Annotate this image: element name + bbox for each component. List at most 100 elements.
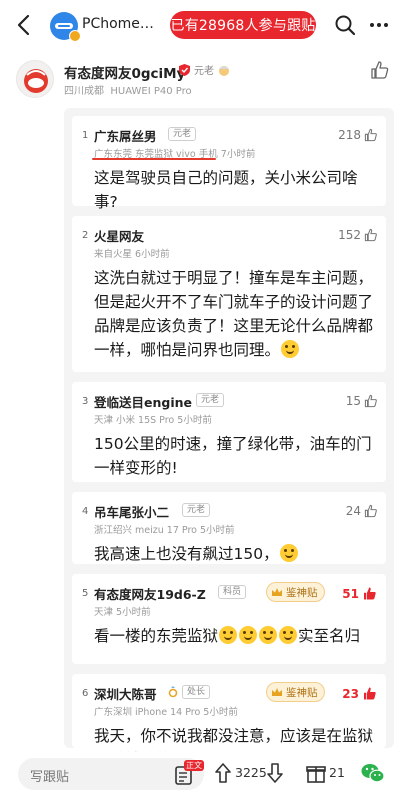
comment-text-body: 这洗白就过于明显了！撞车是车主问题，但是起火开不了车门就车子的设计问题了品牌是应… <box>94 269 374 359</box>
comment-card-3[interactable]: 3 登临送目engine 元老 15 天津 小米 15S Pro 5小时前 15… <box>72 382 386 482</box>
avatar-mascot-icon <box>24 69 48 93</box>
comment-meta: 来自火星 6小时前 <box>94 249 170 260</box>
gift-count: 21 <box>329 765 345 780</box>
crown-icon <box>272 587 282 596</box>
ring-icon <box>168 686 178 698</box>
comment-text: 这洗白就过于明显了！撞车是车主问题，但是起火开不了车门就车子的设计问题了品牌是应… <box>94 266 378 362</box>
comment-text-body: 我高速上也没有飙过150， <box>94 545 279 563</box>
avatar[interactable] <box>16 60 54 98</box>
red-underline-mark <box>92 158 216 160</box>
comment-meta: 天津 小米 15S Pro 5小时前 <box>94 415 212 426</box>
like-number: 23 <box>342 686 359 701</box>
comment-meta: 天津 5小时前 <box>94 607 151 618</box>
gift-icon[interactable] <box>306 762 326 784</box>
author-meta: 四川成都 HUAWEI P40 Pro <box>64 82 192 97</box>
author-rank-tag: 元老 <box>194 66 214 77</box>
comment-text: 150公里的时速，撞了绿化带，油车的门一样变形的! <box>94 435 372 477</box>
grinning-emoji-icon <box>259 626 278 644</box>
like-count[interactable]: 24 <box>346 504 378 518</box>
comment-text-tail: 实至名归 <box>298 627 361 645</box>
shield-icon <box>179 63 190 76</box>
grinning-emoji-icon <box>279 626 298 644</box>
comment-index: 4 <box>82 506 89 517</box>
comment-index: 2 <box>82 230 89 241</box>
comment-text: 看一楼的东莞监狱 实至名归 <box>94 624 378 648</box>
like-count[interactable]: 152 <box>338 228 378 242</box>
thumbs-up-filled-icon <box>364 687 376 700</box>
comment-author[interactable]: 登临送目engine <box>94 392 192 411</box>
comment-text: 这是驾驶员自己的问题，关小米公司啥事? <box>94 169 358 211</box>
bottom-bar: 写跟贴 正文 3225 21 <box>0 752 402 800</box>
like-count[interactable]: 218 <box>338 128 378 142</box>
pchome-logo-icon <box>55 23 73 29</box>
thumbs-up-icon <box>364 128 377 142</box>
like-count[interactable]: 51 <box>342 586 378 601</box>
author-device: HUAWEI P40 Pro <box>110 86 192 97</box>
comment-card-2[interactable]: 2 火星网友 152 来自火星 6小时前 这洗白就过于明显了！撞车是车主问题，但… <box>72 216 386 372</box>
search-icon[interactable] <box>334 14 356 36</box>
crown-icon <box>272 687 282 696</box>
thumbs-up-icon <box>364 394 377 408</box>
comment-card-6[interactable]: 6 深圳大陈哥 处长 鉴神贴 23 广东深圳 iPhone 14 Pro 5小时… <box>72 674 386 769</box>
comment-index: 5 <box>82 588 89 599</box>
god-post-label: 鉴神贴 <box>286 586 318 599</box>
upvote-arrow-icon[interactable] <box>214 762 232 784</box>
comment-card-4[interactable]: 4 吊车尾张小二 元老 24 浙江绍兴 meizu 17 Pro 5小时前 我高… <box>72 492 386 564</box>
downvote-arrow-icon[interactable] <box>266 762 284 784</box>
comment-card-1[interactable]: 1 广东屌丝男 元老 218 广东东莞 东莞监狱 vivo 手机 7小时前 这是… <box>72 116 386 211</box>
rank-tag: 元老 <box>168 127 197 141</box>
comment-index: 3 <box>82 396 89 407</box>
reply-input[interactable]: 写跟贴 正文 <box>18 758 204 790</box>
more-options-icon[interactable] <box>368 14 390 36</box>
thumbs-up-filled-icon <box>364 587 376 600</box>
comment-card-5[interactable]: 5 有态度网友19d6-Z 科员 鉴神贴 51 天津 5小时前 看一楼的东莞监狱… <box>72 574 386 664</box>
grinning-emoji-icon <box>219 626 238 644</box>
comment-author[interactable]: 有态度网友19d6-Z <box>94 584 206 603</box>
like-count[interactable]: 23 <box>342 686 378 701</box>
comment-text: 我高速上也没有飙过150， <box>94 542 378 566</box>
comment-meta: 广东深圳 iPhone 14 Pro 5小时前 <box>94 707 238 718</box>
comment-author[interactable]: 深圳大陈哥 <box>94 684 157 703</box>
comment-index: 1 <box>82 130 89 141</box>
comment-author[interactable]: 火星网友 <box>94 226 144 245</box>
comment-index: 6 <box>82 688 89 699</box>
god-post-badge: 鉴神贴 <box>266 582 325 602</box>
back-arrow-icon[interactable] <box>14 13 34 37</box>
comment-text-body: 看一楼的东莞监狱 <box>94 627 219 645</box>
author-tags: 元老 <box>178 62 231 77</box>
rank-tag: 处长 <box>182 685 211 699</box>
quoted-comments-panel: 1 广东屌丝男 元老 218 广东东莞 东莞监狱 vivo 手机 7小时前 这是… <box>64 108 394 769</box>
thumbs-up-icon[interactable] <box>370 60 390 80</box>
rank-tag: 元老 <box>196 393 225 407</box>
elder-emoji-icon <box>219 65 229 76</box>
like-number: 24 <box>345 504 361 518</box>
like-count[interactable]: 15 <box>346 394 378 408</box>
comment-meta: 浙江绍兴 meizu 17 Pro 5小时前 <box>94 525 235 536</box>
article-badge: 正文 <box>184 760 204 771</box>
like-number: 15 <box>345 394 361 408</box>
wechat-share-icon[interactable] <box>360 760 386 786</box>
reply-placeholder: 写跟贴 <box>30 770 70 785</box>
laughing-emoji-icon <box>279 544 298 562</box>
follow-count-button[interactable]: 已有28968人参与跟贴 <box>170 11 316 39</box>
top-bar: PChome… 已有28968人参与跟贴 <box>0 0 402 50</box>
author-name[interactable]: 有态度网友0gciMy <box>64 62 185 82</box>
rank-tag: 科员 <box>218 585 247 599</box>
thumbs-up-icon <box>364 228 377 242</box>
like-number: 51 <box>342 586 359 601</box>
comment-author[interactable]: 广东屌丝男 <box>94 126 157 145</box>
site-logo[interactable] <box>50 12 81 42</box>
site-name[interactable]: PChome… <box>82 16 154 32</box>
author-location: 四川成都 <box>64 86 104 97</box>
like-number: 152 <box>338 228 361 242</box>
god-post-label: 鉴神贴 <box>286 686 318 699</box>
rank-tag: 元老 <box>182 503 211 517</box>
like-number: 218 <box>338 128 361 142</box>
smirk-emoji-icon <box>281 340 300 358</box>
thumbs-up-icon <box>364 504 377 518</box>
post-author-row: 有态度网友0gciMy 元老 四川成都 HUAWEI P40 Pro <box>0 52 402 102</box>
grinning-emoji-icon <box>239 626 258 644</box>
comment-author[interactable]: 吊车尾张小二 <box>94 502 169 521</box>
vote-count: 3225 <box>235 765 267 780</box>
verified-badge-icon <box>69 30 81 42</box>
